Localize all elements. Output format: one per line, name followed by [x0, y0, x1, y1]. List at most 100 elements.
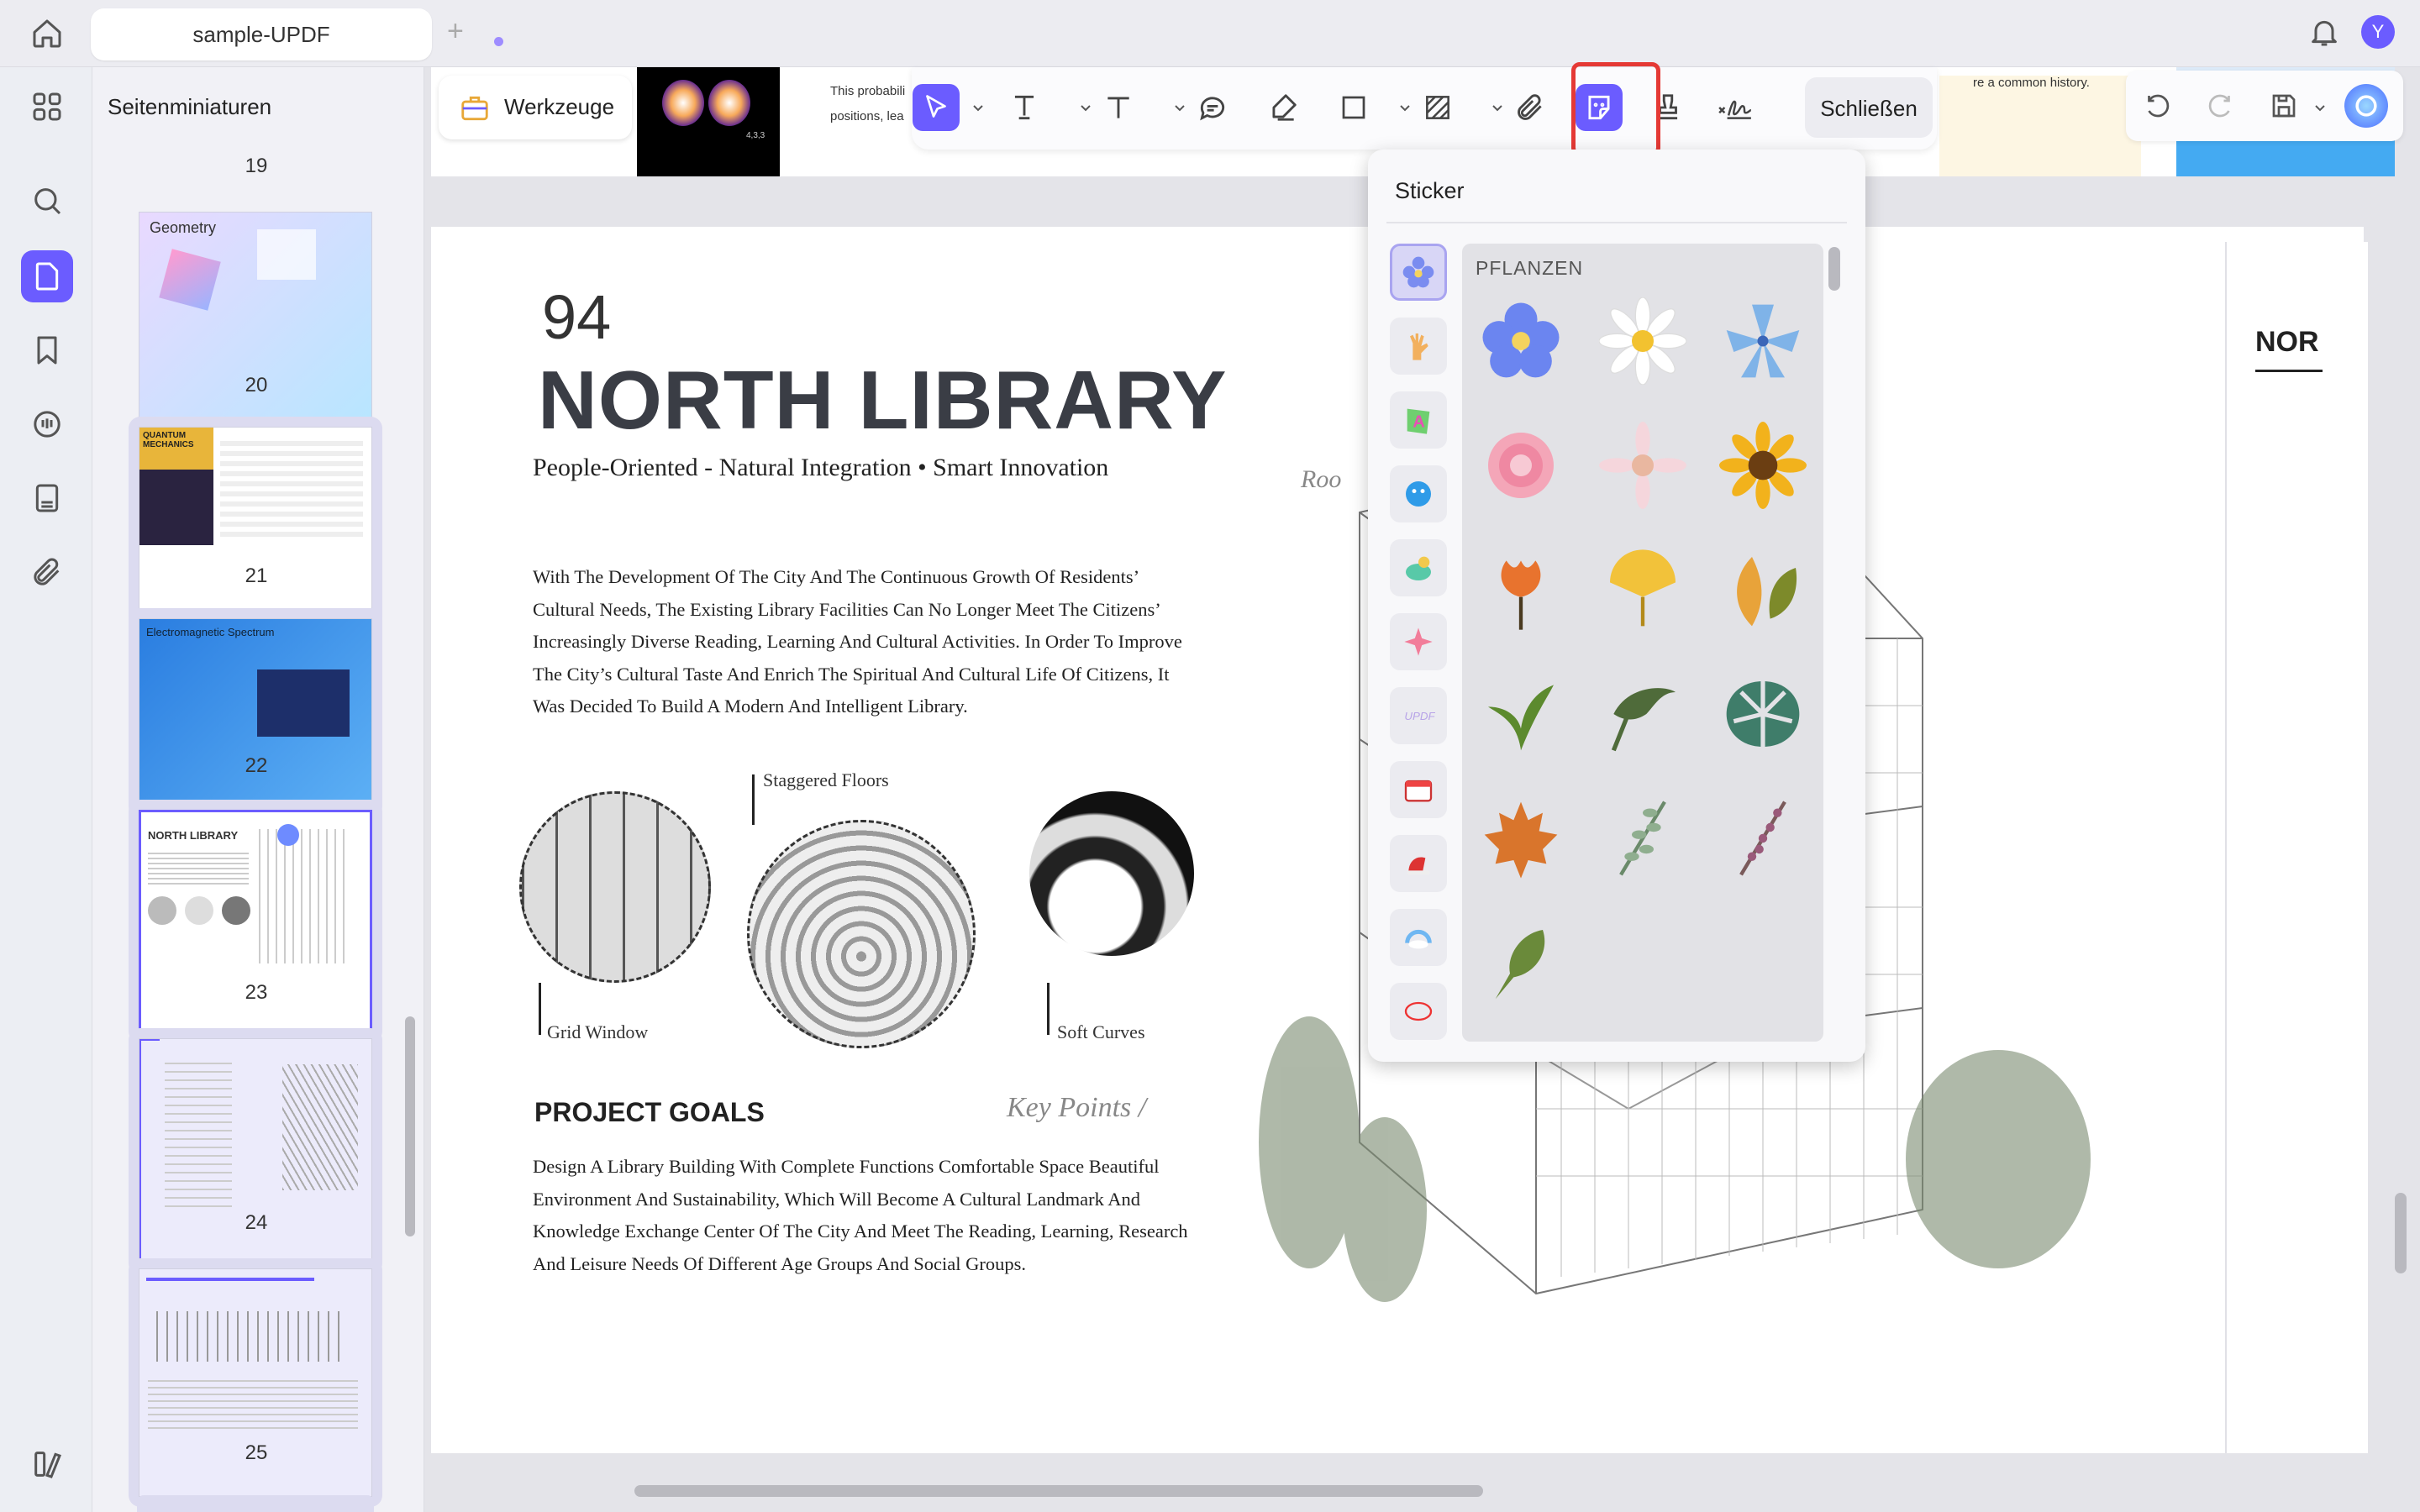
chevron-down-icon[interactable] [1399, 104, 1411, 113]
staggered-floors-photo [747, 820, 976, 1048]
chevron-down-icon[interactable] [2314, 104, 2326, 113]
thumbnail-page-22[interactable]: Electromagnetic Spectrum [129, 608, 382, 818]
page-subtitle: People-Oriented - Natural Integration • … [533, 454, 1109, 481]
undo-icon[interactable] [2143, 91, 2173, 121]
white-daisy-sticker[interactable] [1592, 291, 1693, 391]
chevron-down-icon[interactable] [1174, 104, 1186, 113]
thumbnail-page-23[interactable]: NORTH LIBRARY [129, 800, 382, 1043]
avatar[interactable]: Y [2361, 15, 2395, 49]
palm-leaf-sticker[interactable] [1592, 664, 1693, 764]
close-toolbar-button[interactable]: Schließen [1805, 77, 1933, 138]
page-number-23: 23 [245, 981, 268, 1004]
home-icon[interactable] [30, 17, 64, 50]
caption-line [1047, 983, 1050, 1035]
eucalyptus-sticker[interactable] [1592, 788, 1693, 889]
bookmark-icon[interactable] [21, 324, 73, 376]
sparkle-icon[interactable] [1390, 613, 1447, 670]
autumn-leaves-sticker[interactable] [1712, 539, 1813, 640]
updf-icon[interactable]: UPDF [1390, 687, 1447, 744]
attachment-icon[interactable] [1507, 84, 1554, 131]
vertical-scrollbar[interactable] [2395, 1193, 2407, 1273]
thumbnails-icon[interactable] [21, 250, 73, 302]
form-icon[interactable] [21, 472, 73, 524]
page-number-22: 22 [245, 754, 268, 777]
ginkgo-leaf-sticker[interactable] [1592, 539, 1693, 640]
layers-icon[interactable] [21, 1438, 73, 1490]
sticker-scrollbar[interactable] [1828, 247, 1840, 291]
single-leaf-sticker[interactable] [1470, 912, 1571, 1013]
thumbnail-page-25[interactable] [129, 1258, 382, 1507]
panel-title: Seitenminiaturen [108, 94, 272, 119]
blue-flower-sticker[interactable] [1470, 291, 1571, 391]
sticker-highlight-frame [1571, 62, 1660, 156]
peek-text-2: positions, lea [830, 109, 904, 123]
thumbnail-scrollbar[interactable] [405, 1016, 415, 1236]
highlight-icon[interactable] [1260, 84, 1307, 131]
select-icon[interactable] [913, 84, 960, 131]
thumbnail-panel: Seitenminiaturen 19 Geometry 20 QUANTUM … [92, 67, 424, 1512]
bell-icon[interactable] [2307, 15, 2341, 49]
page-number-24: 24 [245, 1211, 268, 1234]
project-goals-heading: PROJECT GOALS [534, 1097, 765, 1127]
holiday-icon[interactable] [1390, 835, 1447, 892]
signature-icon[interactable] [1712, 84, 1759, 131]
sunflower-sticker[interactable] [1712, 415, 1813, 516]
orange-flower-sticker[interactable] [1470, 539, 1571, 640]
goals-paragraph: Design A Library Building With Complete … [533, 1156, 1188, 1274]
thumb-label: Electromagnetic Spectrum [146, 626, 275, 638]
chevron-down-icon[interactable] [1491, 104, 1503, 113]
new-tab-button[interactable]: + [447, 15, 464, 48]
ai-assistant-icon[interactable] [2344, 84, 2388, 128]
thumbnail-page-21[interactable]: QUANTUM MECHANICS [129, 417, 382, 628]
text-icon[interactable] [1001, 84, 1048, 131]
comment-icon[interactable] [1189, 84, 1236, 131]
annotation-toolbar [912, 67, 1937, 150]
maple-leaf-sticker[interactable] [1470, 788, 1571, 889]
thumbnail-page-20[interactable]: Geometry [129, 202, 382, 437]
calendar-icon[interactable] [1390, 761, 1447, 818]
redo-icon[interactable] [2205, 91, 2235, 121]
peek-yellow-box [1939, 76, 2141, 176]
weather-icon[interactable] [1390, 909, 1447, 966]
caption-line [752, 774, 755, 825]
caption-grid-window: Grid Window [547, 1021, 649, 1042]
plants-icon[interactable] [1390, 244, 1447, 301]
page-number-20: 20 [245, 374, 268, 396]
peek-text-1: This probabili [830, 84, 906, 98]
area-icon[interactable] [1414, 84, 1461, 131]
next-page: NOR [2225, 242, 2368, 1453]
rectangle-icon[interactable] [1330, 84, 1377, 131]
horizontal-scrollbar[interactable] [634, 1485, 1483, 1497]
figure-label: 4,3,3 [746, 131, 765, 140]
green-leaf-sticker[interactable] [1470, 664, 1571, 764]
blue-lily-sticker[interactable] [1712, 291, 1813, 391]
monstera-leaf-sticker[interactable] [1712, 664, 1813, 764]
unsaved-dot [494, 37, 503, 46]
chevron-down-icon[interactable] [1080, 104, 1092, 113]
pink-daisy-sticker[interactable] [1592, 415, 1693, 516]
letter-icon[interactable]: A [1390, 391, 1447, 449]
caption-line [539, 983, 541, 1035]
thumbnail-page-24[interactable] [129, 1028, 382, 1275]
next-page-heading: NOR [2255, 326, 2319, 358]
hand-icon[interactable] [1390, 318, 1447, 375]
chevron-down-icon[interactable] [972, 104, 984, 113]
textbox-icon[interactable] [1095, 84, 1142, 131]
tools-label: Werkzeuge [504, 94, 615, 119]
attachment-rail-icon[interactable] [21, 546, 73, 598]
emoji-icon[interactable] [1390, 465, 1447, 522]
tools-button[interactable]: Werkzeuge [439, 76, 632, 139]
top-tab-bar: sample-UPDF + Y [0, 0, 2420, 67]
lavender-sprig-sticker[interactable] [1712, 788, 1813, 889]
intro-paragraph: With The Development Of The City And The… [533, 566, 1182, 717]
apps-grid-icon[interactable] [21, 81, 73, 133]
pink-rose-sticker[interactable] [1470, 415, 1571, 516]
save-icon[interactable] [2269, 91, 2299, 121]
thumb-label: NORTH LIBRARY [148, 829, 239, 842]
shape-icon[interactable] [1390, 983, 1447, 1040]
search-icon[interactable] [21, 175, 73, 227]
page-title: NORTH LIBRARY [538, 354, 1228, 446]
animal-icon[interactable] [1390, 539, 1447, 596]
document-tab[interactable]: sample-UPDF [91, 8, 503, 60]
comments-icon[interactable] [21, 398, 73, 450]
